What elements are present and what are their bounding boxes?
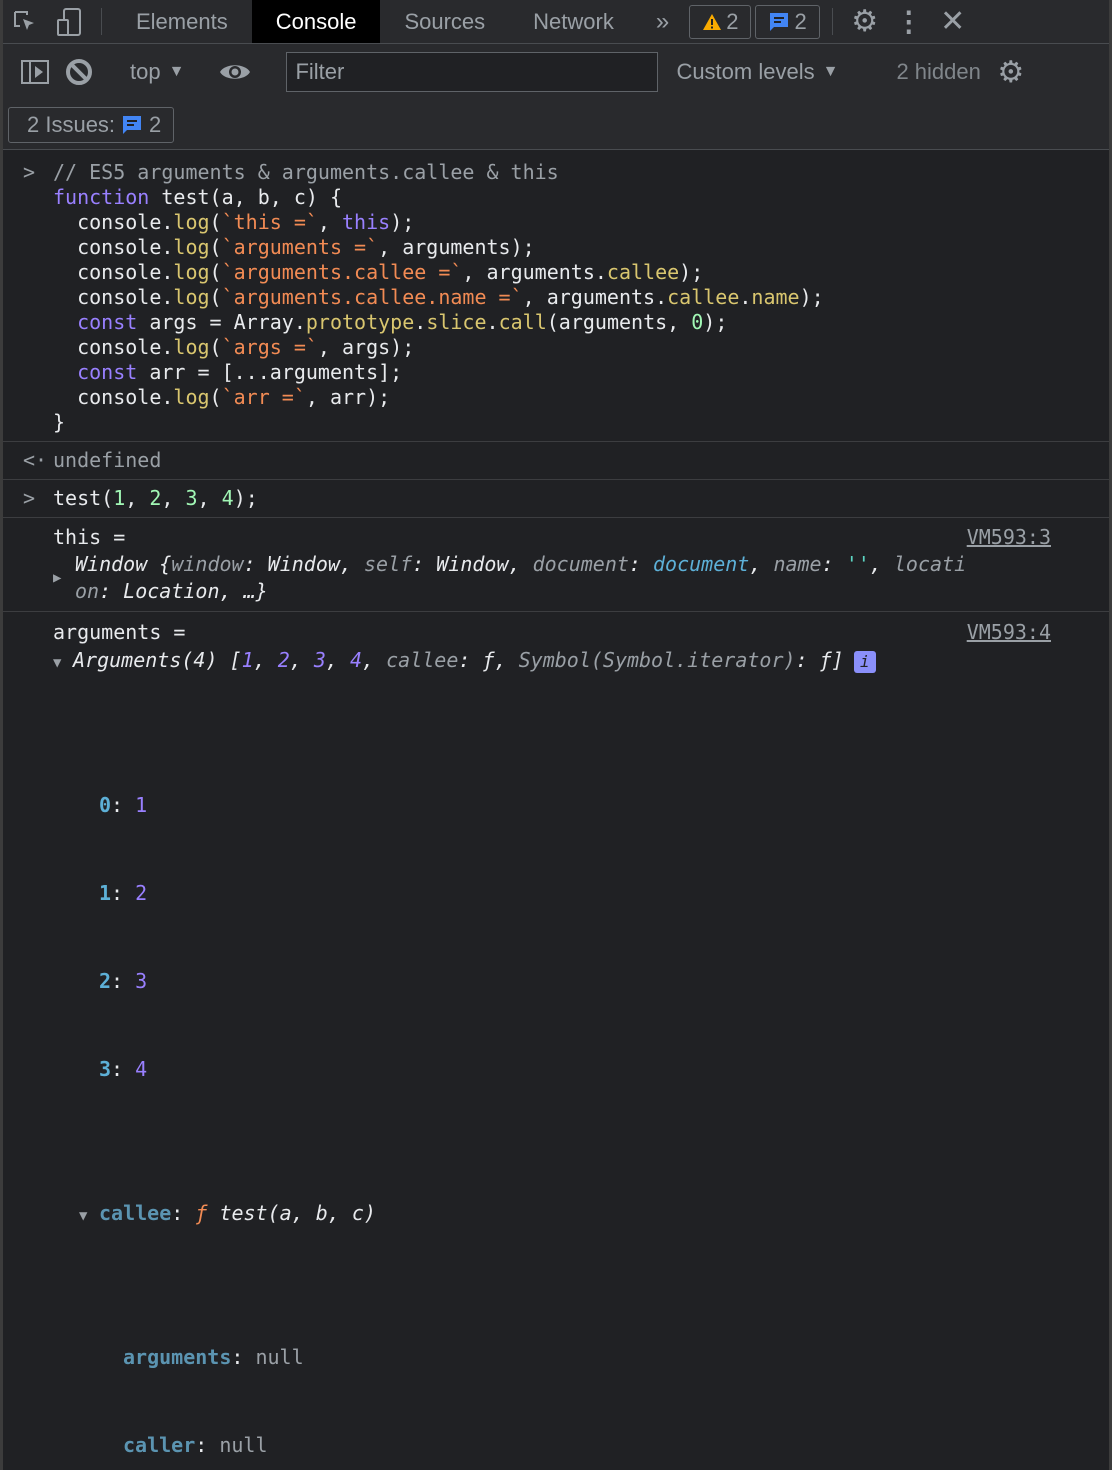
- divider: [831, 8, 833, 35]
- issues-button[interactable]: 2 Issues: 2: [8, 106, 175, 143]
- code-line: }: [53, 410, 66, 434]
- result-arrow-icon: <·: [23, 448, 48, 472]
- hidden-count: 2 hidden: [896, 59, 981, 84]
- arguments-summary[interactable]: ▼ Arguments(4) [1, 2, 3, 4, callee: ƒ, Sy…: [53, 646, 1049, 677]
- input-prompt-icon: >: [23, 160, 36, 184]
- more-tabs-button[interactable]: »: [638, 0, 687, 43]
- callee-node[interactable]: ▼ callee: ƒ test(a, b, c): [53, 1197, 1049, 1229]
- divider: [101, 8, 102, 35]
- result-value: undefined: [53, 448, 162, 472]
- tab-network[interactable]: Network: [509, 0, 638, 43]
- context-selector[interactable]: top ▼: [122, 59, 192, 85]
- console-input[interactable]: > // ES5 arguments & arguments.callee & t…: [3, 150, 1109, 442]
- console-output: > // ES5 arguments & arguments.callee & t…: [3, 150, 1109, 1470]
- live-expression-eye-icon[interactable]: [213, 61, 257, 83]
- filter-input[interactable]: Filter: [286, 52, 659, 92]
- console-result: <· undefined: [3, 442, 1109, 480]
- code-line: console.log(`arguments.callee.name =`, a…: [53, 285, 824, 309]
- log-levels-label: Custom levels: [676, 59, 815, 84]
- source-link[interactable]: VM593:3: [967, 524, 1051, 551]
- more-options-icon[interactable]: ⋮: [887, 0, 931, 43]
- device-toolbar-icon[interactable]: [47, 0, 91, 43]
- inspect-element-icon[interactable]: [3, 0, 47, 43]
- array-entry: 2: 3: [99, 969, 148, 993]
- console-settings-gear-icon[interactable]: ⚙: [989, 55, 1033, 90]
- messages-count: 2: [794, 8, 807, 34]
- code-line: const arr = [...arguments];: [77, 360, 403, 384]
- warning-icon: [703, 13, 722, 30]
- tab-sources[interactable]: Sources: [380, 0, 509, 43]
- array-entry: 0: 1: [99, 793, 148, 817]
- array-entry: 1: 2: [99, 881, 148, 905]
- console-input[interactable]: > test(1, 2, 3, 4);: [3, 480, 1109, 518]
- sidebar-toggle-icon[interactable]: [13, 59, 57, 85]
- log-label: arguments =: [53, 620, 186, 644]
- settings-gear-icon[interactable]: ⚙: [843, 0, 887, 43]
- array-entry: 3: 4: [99, 1057, 148, 1081]
- code-line: console.log(`arr =`, arr);: [53, 385, 391, 409]
- code-line: console.log(`arguments =`, arguments);: [53, 235, 535, 259]
- input-prompt-icon: >: [23, 486, 36, 510]
- chevron-down-icon: ▼: [822, 63, 839, 80]
- code-line: console.log(`args =`, args);: [53, 335, 415, 359]
- code-line: const args = Array.prototype.slice.call(…: [77, 310, 728, 334]
- warnings-count: 2: [726, 8, 739, 34]
- issues-count: 2: [149, 111, 162, 137]
- message-icon: [123, 115, 142, 134]
- chevron-down-icon: ▼: [168, 63, 185, 80]
- code-line: console.log(`this =`, this);: [53, 210, 415, 234]
- issues-label: 2 Issues:: [27, 111, 116, 137]
- tab-console[interactable]: Console: [251, 0, 381, 43]
- close-icon[interactable]: ✕: [931, 0, 975, 43]
- code-line: console.log(`arguments.callee =`, argume…: [53, 260, 704, 284]
- log-arguments: VM593:4 arguments = ▼ Arguments(4) [1, 2, 3…: [3, 612, 1109, 1470]
- collapse-triangle-icon[interactable]: ▼: [79, 1200, 99, 1232]
- collapse-triangle-icon[interactable]: ▼: [53, 649, 73, 677]
- console-toolbar: top ▼ Filter Custom levels ▼ 2 hidden ⚙: [3, 44, 1109, 100]
- warnings-badge[interactable]: 2: [689, 4, 752, 39]
- callee-prop: caller: null: [123, 1433, 268, 1457]
- issues-bar: 2 Issues: 2: [3, 100, 1109, 150]
- code-line: // ES5 arguments & arguments.callee & th…: [53, 160, 559, 184]
- devtools-tabbar: Elements Console Sources Network » 2 2 ⚙…: [3, 0, 1109, 44]
- clear-console-icon[interactable]: [57, 58, 101, 86]
- info-icon[interactable]: i: [853, 650, 876, 673]
- window-object[interactable]: ▶ Window {window: Window, self: Window, d…: [53, 551, 1049, 605]
- code-line: function test(a, b, c) {: [53, 185, 342, 209]
- tab-elements[interactable]: Elements: [112, 0, 252, 43]
- context-value: top: [130, 59, 161, 84]
- log-this: VM593:3 this = ▶ Window {window: Window, se…: [3, 518, 1109, 612]
- log-levels-dropdown[interactable]: Custom levels ▼: [666, 59, 846, 85]
- source-link[interactable]: VM593:4: [967, 618, 1051, 646]
- message-icon: [770, 12, 789, 31]
- expand-triangle-icon[interactable]: ▶: [53, 565, 73, 592]
- log-label: this =: [53, 525, 126, 549]
- callee-prop: arguments: null: [123, 1345, 304, 1369]
- messages-badge[interactable]: 2: [755, 4, 820, 39]
